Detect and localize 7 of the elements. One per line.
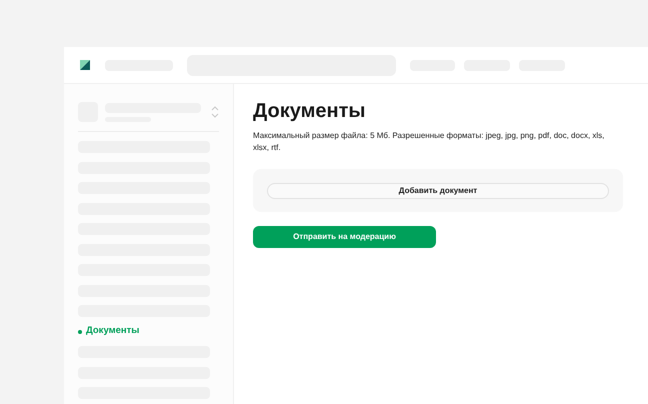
add-document-button[interactable]: Добавить документ bbox=[267, 182, 609, 198]
chevron-up-down-icon[interactable] bbox=[211, 106, 219, 118]
sidebar-link[interactable]: Документы bbox=[78, 326, 219, 338]
page-title: Документы bbox=[253, 99, 366, 124]
submit-button[interactable]: Отправить на модерацию bbox=[253, 226, 436, 248]
logo-icon bbox=[80, 60, 90, 70]
description-text: Максимальный размер файла: 5 Мб. Разрешенные форматы: jpeg, jpg, png, pdf, doc, docx, xls, xlsx, rtf. bbox=[253, 130, 606, 154]
